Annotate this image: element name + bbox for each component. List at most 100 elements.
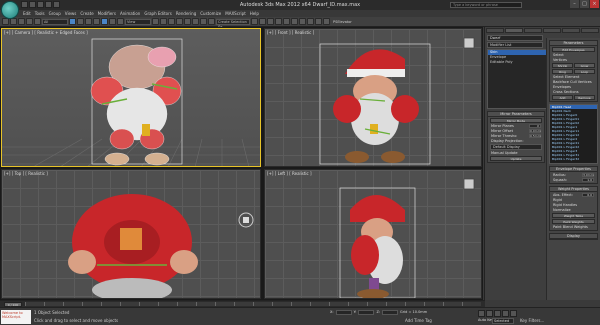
display-tab-icon[interactable] [562, 28, 580, 33]
select-by-name-icon[interactable] [77, 18, 84, 25]
normalize-checkbox[interactable]: Normalize [553, 208, 571, 212]
graphite-toggle-icon[interactable] [275, 18, 282, 25]
schematic-view-icon[interactable] [291, 18, 298, 25]
y-field[interactable] [358, 310, 375, 315]
close-icon[interactable]: × [590, 0, 599, 8]
viewport-top[interactable]: [+] [ Top ] [ Realistic ] [1, 169, 261, 299]
edit-envelopes-button[interactable]: Edit Envelopes [552, 47, 595, 52]
bind-space-warp-icon[interactable] [34, 18, 41, 25]
menu-group[interactable]: Group [49, 11, 61, 16]
rectangular-selection-icon[interactable] [85, 18, 92, 25]
menu-maxscript[interactable]: MAXScript [225, 11, 246, 16]
snaps-toggle-icon[interactable] [176, 18, 183, 25]
reference-coordinate-dropdown[interactable]: View [125, 18, 151, 25]
envelopes-checkbox[interactable]: Envelopes [553, 85, 571, 89]
menu-tools[interactable]: Tools [35, 11, 45, 16]
object-name-field[interactable]: Dwarf [487, 35, 543, 41]
menu-create[interactable]: Create [80, 11, 93, 16]
search-input[interactable]: Type a keyword or phrase [450, 2, 522, 8]
rigid-checkbox[interactable]: Rigid [553, 198, 562, 202]
app-logo-icon[interactable] [1, 1, 19, 19]
select-and-move-icon[interactable] [101, 18, 108, 25]
key-filters-button[interactable]: Key Filters... [520, 318, 544, 323]
envelope-properties-header[interactable]: Envelope Properties [550, 167, 597, 172]
go-to-start-icon[interactable] [478, 310, 485, 317]
minimize-icon[interactable]: – [570, 0, 579, 8]
go-to-end-icon[interactable] [510, 310, 517, 317]
mirror-mode-button[interactable]: Mirror Mode [490, 118, 542, 123]
menu-graph-editors[interactable]: Graph Editors [144, 11, 171, 16]
menu-views[interactable]: Views [65, 11, 77, 16]
viewport-label-left[interactable]: [+] [ Left ] [ Realistic ] [267, 171, 312, 176]
render-production-icon[interactable] [323, 18, 330, 25]
link-icon[interactable] [18, 18, 25, 25]
timeline-track[interactable] [25, 302, 481, 306]
grow-button[interactable]: Grow [574, 63, 595, 68]
loop-button[interactable]: Loop [574, 69, 595, 74]
previous-frame-icon[interactable] [486, 310, 493, 317]
menu-rendering[interactable]: Rendering [176, 11, 196, 16]
mirror-rollout-header[interactable]: Mirror Parameters [488, 112, 544, 117]
rendered-frame-window-icon[interactable] [315, 18, 322, 25]
render-setup-icon[interactable] [307, 18, 314, 25]
selection-filter-dropdown[interactable]: All [42, 18, 68, 25]
viewport-left[interactable]: [+] [ Left ] [ Realistic ] [264, 169, 482, 299]
modify-tab-icon[interactable] [505, 28, 523, 33]
add-time-tag[interactable]: Add Time Tag [405, 318, 432, 323]
percent-snap-icon[interactable] [192, 18, 199, 25]
backface-cull-checkbox[interactable]: Backface Cull Vertices [553, 80, 592, 84]
play-icon[interactable] [494, 310, 501, 317]
mirror-icon[interactable] [251, 18, 258, 25]
key-mode-dropdown[interactable]: Selected [492, 318, 514, 324]
viewport-perspective[interactable]: [+] [ Camera ] [ Realistic + Edged Faces… [1, 28, 261, 167]
hierarchy-tab-icon[interactable] [524, 28, 542, 33]
layer-manager-icon[interactable] [267, 18, 274, 25]
vertices-checkbox[interactable]: Vertices [553, 58, 567, 62]
viewport-front[interactable]: [+] [ Front ] [ Realistic ] [264, 28, 482, 167]
menu-customize[interactable]: Customize [200, 11, 221, 16]
paint-blend-checkbox[interactable]: Paint Blend Weights [553, 225, 588, 229]
window-crossing-icon[interactable] [93, 18, 100, 25]
select-and-rotate-icon[interactable] [109, 18, 116, 25]
manual-update-checkbox[interactable]: Manual Update [491, 151, 518, 155]
weight-properties-header[interactable]: Weight Properties [550, 187, 597, 192]
manipulate-icon[interactable] [160, 18, 167, 25]
select-object-icon[interactable] [69, 18, 76, 25]
maximize-icon[interactable]: □ [580, 0, 589, 8]
material-editor-icon[interactable] [299, 18, 306, 25]
angle-snap-icon[interactable] [184, 18, 191, 25]
pivot-center-icon[interactable] [152, 18, 159, 25]
menu-modifiers[interactable]: Modifiers [98, 11, 116, 16]
named-selection-set-dropdown[interactable]: Create Selection Se [216, 18, 250, 29]
bone-item[interactable]: Bip001 L Finger32 [550, 157, 597, 161]
motion-tab-icon[interactable] [543, 28, 561, 33]
keyboard-shortcut-icon[interactable] [168, 18, 175, 25]
parameters-header[interactable]: Parameters [550, 41, 597, 46]
viewport-label-front[interactable]: [+] [ Front ] [ Realistic ] [267, 30, 314, 35]
redo-button[interactable] [10, 18, 17, 25]
paint-weights-button[interactable]: Paint Weights [552, 219, 595, 224]
menu-help[interactable]: Help [250, 11, 259, 16]
x-field[interactable] [335, 310, 352, 315]
select-element-checkbox[interactable]: Select Element [553, 75, 579, 79]
mirror-offset-value[interactable]: 0.0mm [529, 129, 541, 133]
display-projection-dropdown[interactable]: Default Display [490, 144, 542, 150]
viewport-label-top[interactable]: [+] [ Top ] [ Realistic ] [4, 171, 48, 176]
mirror-threshold-value[interactable]: 0.5mm [529, 134, 541, 138]
undo-button[interactable] [2, 18, 9, 25]
menu-edit[interactable]: Edit [23, 11, 31, 16]
shrink-button[interactable]: Shrink [552, 63, 573, 68]
add-bone-button[interactable]: Add [552, 95, 573, 100]
rigid-handles-checkbox[interactable]: Rigid Handles [553, 203, 577, 207]
next-frame-icon[interactable] [502, 310, 509, 317]
create-tab-icon[interactable] [486, 28, 504, 33]
modifier-list-dropdown[interactable]: Modifier List [487, 42, 543, 48]
viewport-label-perspective[interactable]: [+] [ Camera ] [ Realistic + Edged Faces… [4, 30, 88, 35]
remove-bone-button[interactable]: Remove [574, 95, 595, 100]
radius-value[interactable]: 3.0mm [582, 173, 594, 177]
z-field[interactable] [382, 310, 399, 315]
stack-item-editable-poly[interactable]: Editable Poly [488, 60, 546, 65]
select-and-scale-icon[interactable] [117, 18, 124, 25]
curve-editor-icon[interactable] [283, 18, 290, 25]
unlink-icon[interactable] [26, 18, 33, 25]
